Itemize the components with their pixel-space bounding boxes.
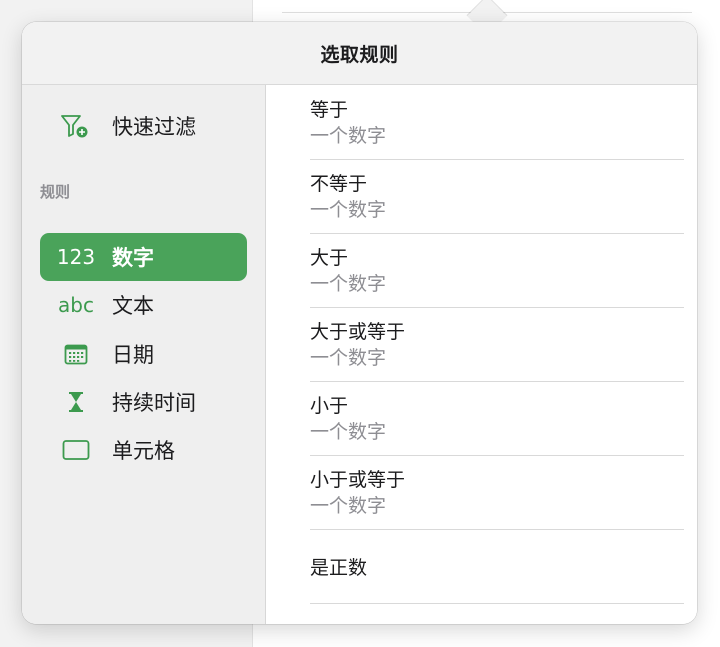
condition-title: 小于 <box>310 395 349 417</box>
condition-is-positive[interactable]: 是正数 <box>310 529 684 604</box>
condition-greater-or-equal[interactable]: 大于或等于 一个数字 <box>310 307 684 382</box>
rule-category-duration[interactable]: 持续时间 <box>40 378 247 426</box>
rule-category-label: 文本 <box>112 294 154 318</box>
number-icon: 123 <box>56 245 96 269</box>
condition-title: 等于 <box>310 99 349 121</box>
rule-category-label: 数字 <box>112 246 154 270</box>
rules-section-label: 规则 <box>40 183 71 201</box>
condition-title: 是正数 <box>310 557 368 579</box>
rule-category-label: 日期 <box>112 343 154 367</box>
condition-not-equal[interactable]: 不等于 一个数字 <box>310 159 684 234</box>
rule-category-sidebar: 快速过滤 规则 123 数字 abc 文本 日期 持续时间 单元格 <box>22 85 266 624</box>
condition-subtitle: 一个数字 <box>310 273 387 295</box>
quick-filter-item[interactable]: 快速过滤 <box>22 111 265 141</box>
condition-list: 等于 一个数字 不等于 一个数字 大于 一个数字 大于或等于 一个数字 小于 一… <box>266 85 697 624</box>
choose-rule-popover: 选取规则 快速过滤 规则 123 数字 abc 文本 日期 持续时间 单元格 等… <box>22 22 697 624</box>
condition-title: 大于或等于 <box>310 321 406 343</box>
condition-equal[interactable]: 等于 一个数字 <box>310 85 684 160</box>
quick-filter-label: 快速过滤 <box>112 115 196 139</box>
condition-subtitle: 一个数字 <box>310 495 387 517</box>
condition-less-or-equal[interactable]: 小于或等于 一个数字 <box>310 455 684 530</box>
condition-title: 不等于 <box>310 173 368 195</box>
rule-category-text[interactable]: abc 文本 <box>40 281 247 329</box>
cell-icon <box>40 426 112 474</box>
rule-category-number[interactable]: 123 数字 <box>40 233 247 281</box>
condition-subtitle: 一个数字 <box>310 347 387 369</box>
condition-title: 大于 <box>310 247 349 269</box>
calendar-icon <box>40 330 112 378</box>
popover-header: 选取规则 <box>22 22 697 85</box>
text-icon: abc <box>58 293 94 317</box>
hourglass-icon <box>40 378 112 426</box>
condition-subtitle: 一个数字 <box>310 125 387 147</box>
popover-title: 选取规则 <box>320 43 399 66</box>
rule-category-label: 持续时间 <box>112 391 196 415</box>
rule-category-cell[interactable]: 单元格 <box>40 426 247 474</box>
condition-subtitle: 一个数字 <box>310 421 387 443</box>
rule-category-label: 单元格 <box>112 439 175 463</box>
rule-category-date[interactable]: 日期 <box>40 330 247 378</box>
condition-greater-than[interactable]: 大于 一个数字 <box>310 233 684 308</box>
filter-plus-icon <box>60 113 90 139</box>
condition-title: 小于或等于 <box>310 469 406 491</box>
condition-subtitle: 一个数字 <box>310 199 387 221</box>
condition-less-than[interactable]: 小于 一个数字 <box>310 381 684 456</box>
